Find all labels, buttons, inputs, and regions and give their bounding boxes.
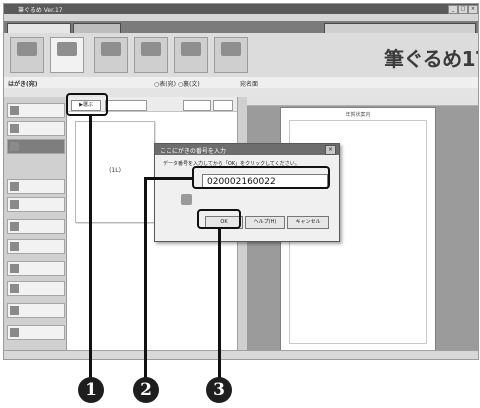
- side-toggle[interactable]: ○表(宛) ○裏(文): [154, 79, 200, 88]
- card-header-text: 年賀状案内: [345, 112, 371, 118]
- sidebar-item-2[interactable]: [7, 121, 65, 136]
- toolbar-button-1[interactable]: [10, 37, 44, 73]
- category-icon: [10, 182, 19, 191]
- horizontal-ruler: [247, 97, 478, 106]
- category-icon: [10, 306, 19, 315]
- help-button[interactable]: ヘルプ(H): [245, 216, 285, 229]
- cancel-button[interactable]: キャンセル: [287, 216, 329, 229]
- callout-marker-1: 1: [78, 377, 104, 403]
- menu-bar: [4, 14, 478, 21]
- folder-icon: [10, 106, 19, 115]
- folder-icon: [10, 124, 19, 133]
- toolbar-button-2[interactable]: [50, 37, 84, 73]
- dialog-close-icon[interactable]: ×: [325, 145, 336, 155]
- sidebar-item-5[interactable]: [7, 197, 65, 212]
- toolbar-button-6[interactable]: [214, 37, 248, 73]
- sidebar-item-6[interactable]: [7, 219, 65, 234]
- edit-icon: [181, 42, 201, 56]
- sidebar-item-1[interactable]: [7, 103, 65, 118]
- category-icon: [10, 200, 19, 209]
- close-button[interactable]: ×: [468, 5, 478, 14]
- category-select[interactable]: [105, 100, 147, 111]
- panel-caption: 宛名面: [240, 81, 259, 88]
- card-icon: [57, 42, 77, 56]
- sidebar: [4, 97, 67, 359]
- toolbar-button-4[interactable]: [134, 37, 168, 73]
- image-icon: [141, 42, 161, 56]
- status-bar: [4, 350, 478, 359]
- zoom-select[interactable]: [183, 100, 211, 111]
- category-icon: [10, 222, 19, 231]
- leader-line-3: [218, 229, 221, 379]
- main-toolbar: 筆ぐるめ17: [4, 33, 478, 78]
- sidebar-item-10[interactable]: [7, 303, 65, 318]
- product-logo: 筆ぐるめ17: [384, 47, 479, 71]
- highlight-ring-3: [197, 209, 241, 229]
- mode-tab-row: [4, 21, 478, 34]
- sidebar-item-7[interactable]: [7, 239, 65, 254]
- category-icon: [10, 264, 19, 273]
- toolbar-button-5[interactable]: [174, 37, 208, 73]
- dialog-title: ここにがきの番号を入力: [160, 148, 226, 155]
- minimize-button[interactable]: _: [448, 5, 458, 14]
- sidebar-item-3[interactable]: [7, 139, 65, 154]
- design-icon: [101, 42, 121, 56]
- sidebar-item-11[interactable]: [7, 325, 65, 340]
- folder-icon: [10, 142, 19, 151]
- category-icon: [10, 284, 19, 293]
- callout-marker-2: 2: [133, 377, 159, 403]
- dialog-title-bar: ここにがきの番号を入力 ×: [155, 144, 339, 155]
- highlight-ring-1: [66, 93, 108, 116]
- leader-line-1: [89, 116, 92, 379]
- window-title: 筆ぐるめ Ver.17: [18, 7, 63, 14]
- leader-line-2-vertical: [144, 177, 147, 379]
- category-icon: [10, 328, 19, 337]
- number-entry-dialog: ここにがきの番号を入力 × データ番号を入力してから「OK」をクリックしてくださ…: [154, 143, 340, 242]
- sidebar-item-4[interactable]: [7, 179, 65, 194]
- maximize-button[interactable]: □: [458, 5, 468, 14]
- title-bar: 筆ぐるめ Ver.17 _ □ ×: [4, 4, 478, 14]
- toolbar-button-3[interactable]: [94, 37, 128, 73]
- leader-line-2-horizontal: [144, 177, 192, 180]
- callout-marker-3: 3: [206, 377, 232, 403]
- template-thumbnail[interactable]: (1L): [75, 121, 155, 223]
- highlight-ring-2: [192, 166, 330, 189]
- view-toggle[interactable]: [213, 100, 233, 111]
- sidebar-item-9[interactable]: [7, 281, 65, 296]
- category-icon: [10, 242, 19, 251]
- card-type-label: はがき(宛): [8, 81, 38, 88]
- info-icon: [181, 194, 192, 205]
- address-icon: [17, 42, 37, 56]
- print-icon: [221, 42, 241, 56]
- thumbnail-label: (1L): [109, 167, 121, 174]
- sidebar-item-8[interactable]: [7, 261, 65, 276]
